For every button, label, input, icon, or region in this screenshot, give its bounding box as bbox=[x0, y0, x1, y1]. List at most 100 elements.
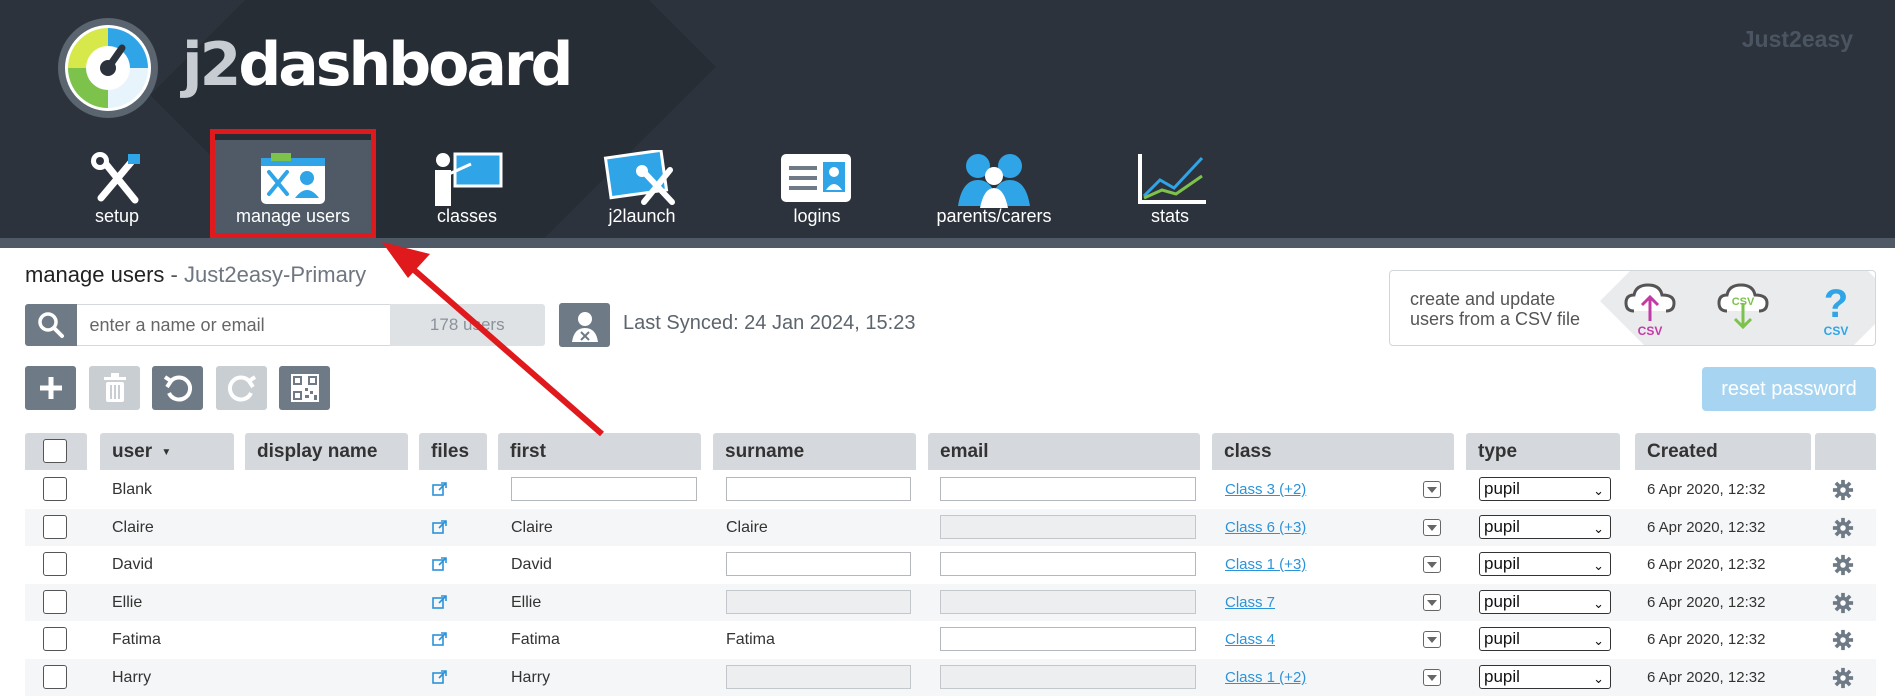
gear-icon[interactable] bbox=[1832, 667, 1854, 689]
nav-setup[interactable]: setup bbox=[32, 140, 202, 240]
email-input[interactable] bbox=[940, 590, 1196, 614]
table-row: Ellie Ellie Class 7 pupil ⌄ 6 Apr 2020, … bbox=[25, 584, 1876, 621]
undo-button[interactable] bbox=[152, 366, 203, 410]
csv-text-line2: users from a CSV file bbox=[1410, 309, 1581, 329]
search-button[interactable] bbox=[25, 304, 78, 346]
email-input[interactable] bbox=[940, 515, 1196, 539]
surname-input[interactable] bbox=[726, 590, 911, 614]
search-bar: 178 users bbox=[25, 304, 545, 346]
class-dropdown-icon[interactable] bbox=[1423, 556, 1441, 573]
row-checkbox[interactable] bbox=[43, 665, 67, 689]
type-select[interactable]: pupil ⌄ bbox=[1479, 590, 1611, 614]
class-dropdown-icon[interactable] bbox=[1423, 519, 1441, 536]
gear-icon[interactable] bbox=[1832, 592, 1854, 614]
nav-stats[interactable]: stats bbox=[1085, 140, 1255, 240]
nav-j2launch[interactable]: j2launch bbox=[557, 140, 727, 240]
type-select-value: pupil bbox=[1484, 629, 1520, 648]
csv-upload-button[interactable]: CSV bbox=[1622, 281, 1678, 339]
column-header-class[interactable]: class bbox=[1212, 433, 1454, 470]
table-row: Claire Claire Claire Class 6 (+3) pupil … bbox=[25, 509, 1876, 546]
redo-button[interactable] bbox=[216, 366, 267, 410]
email-input[interactable] bbox=[940, 627, 1196, 651]
nav-logins[interactable]: logins bbox=[732, 140, 902, 240]
external-link-icon[interactable] bbox=[432, 556, 448, 572]
column-header-created[interactable]: Created bbox=[1635, 433, 1811, 470]
class-dropdown-icon[interactable] bbox=[1423, 631, 1441, 648]
column-header-display-name[interactable]: display name bbox=[245, 433, 408, 470]
created-cell: 6 Apr 2020, 12:32 bbox=[1647, 631, 1766, 648]
nav-parents-carers[interactable]: parents/carers bbox=[909, 140, 1079, 240]
type-select[interactable]: pupil ⌄ bbox=[1479, 665, 1611, 689]
gear-icon[interactable] bbox=[1832, 629, 1854, 651]
add-user-button[interactable] bbox=[25, 366, 76, 410]
class-link[interactable]: Class 7 bbox=[1225, 594, 1275, 611]
first-name-input[interactable] bbox=[511, 477, 697, 501]
table-row: Fatima Fatima Fatima Class 4 pupil ⌄ 6 A… bbox=[25, 621, 1876, 658]
row-checkbox[interactable] bbox=[43, 590, 67, 614]
type-select[interactable]: pupil ⌄ bbox=[1479, 552, 1611, 576]
class-dropdown-icon[interactable] bbox=[1423, 594, 1441, 611]
column-header-files[interactable]: files bbox=[419, 433, 487, 470]
email-input[interactable] bbox=[940, 552, 1196, 576]
delete-user-button[interactable] bbox=[89, 366, 140, 410]
row-checkbox[interactable] bbox=[43, 627, 67, 651]
created-cell: 6 Apr 2020, 12:32 bbox=[1647, 556, 1766, 573]
nav-label-manage-users: manage users bbox=[235, 206, 351, 226]
reset-password-button[interactable]: reset password bbox=[1702, 367, 1876, 411]
csv-download-button[interactable]: CSV bbox=[1715, 281, 1771, 339]
class-link[interactable]: Class 4 bbox=[1225, 631, 1275, 648]
surname-input[interactable] bbox=[726, 552, 911, 576]
row-checkbox[interactable] bbox=[43, 515, 67, 539]
surname-input[interactable] bbox=[726, 665, 911, 689]
user-cell: Ellie bbox=[112, 594, 143, 611]
surname-input[interactable] bbox=[726, 477, 911, 501]
created-cell: 6 Apr 2020, 12:32 bbox=[1647, 594, 1766, 611]
csv-help-label: CSV bbox=[1824, 324, 1849, 338]
first-name-cell: Claire bbox=[511, 519, 553, 536]
column-header-type[interactable]: type bbox=[1466, 433, 1620, 470]
class-link[interactable]: Class 3 (+2) bbox=[1225, 481, 1306, 498]
first-name-cell: Ellie bbox=[511, 594, 542, 611]
gear-icon[interactable] bbox=[1832, 479, 1854, 501]
type-select[interactable]: pupil ⌄ bbox=[1479, 627, 1611, 651]
class-dropdown-icon[interactable] bbox=[1423, 481, 1441, 498]
column-header-email[interactable]: email bbox=[928, 433, 1200, 470]
class-link[interactable]: Class 6 (+3) bbox=[1225, 519, 1306, 536]
people-icon bbox=[958, 154, 1030, 208]
type-select[interactable]: pupil ⌄ bbox=[1479, 515, 1611, 539]
row-checkbox[interactable] bbox=[43, 477, 67, 501]
csv-help-button[interactable]: ? CSV bbox=[1808, 281, 1864, 339]
external-link-icon[interactable] bbox=[432, 594, 448, 610]
external-link-icon[interactable] bbox=[432, 631, 448, 647]
gear-icon[interactable] bbox=[1832, 554, 1854, 576]
external-link-icon[interactable] bbox=[432, 481, 448, 497]
question-mark-icon: ? CSV bbox=[1824, 282, 1849, 338]
external-link-icon[interactable] bbox=[432, 519, 448, 535]
display-name-cell bbox=[257, 621, 417, 658]
external-link-icon[interactable] bbox=[432, 669, 448, 685]
display-name-cell bbox=[257, 584, 417, 621]
nav-classes[interactable]: classes bbox=[382, 140, 552, 240]
search-icon bbox=[38, 312, 65, 338]
sync-user-button[interactable] bbox=[559, 303, 610, 347]
class-link[interactable]: Class 1 (+3) bbox=[1225, 556, 1306, 573]
select-all-checkbox[interactable] bbox=[43, 439, 67, 463]
row-checkbox[interactable] bbox=[43, 552, 67, 576]
user-cell: Claire bbox=[112, 519, 154, 536]
last-synced-text: Last Synced: 24 Jan 2024, 15:23 bbox=[623, 312, 916, 334]
column-header-user[interactable]: user ▼ bbox=[100, 433, 234, 470]
nav-manage-users[interactable]: manage users bbox=[213, 140, 373, 238]
column-header-first[interactable]: first bbox=[498, 433, 701, 470]
type-select-value: pupil bbox=[1484, 592, 1520, 611]
table-row: David David Class 1 (+3) pupil ⌄ 6 Apr 2… bbox=[25, 546, 1876, 583]
qr-code-button[interactable] bbox=[279, 366, 330, 410]
type-select[interactable]: pupil ⌄ bbox=[1479, 477, 1611, 501]
column-header-surname[interactable]: surname bbox=[713, 433, 916, 470]
gear-icon[interactable] bbox=[1832, 517, 1854, 539]
search-input[interactable] bbox=[77, 304, 390, 346]
logo-prefix: j2 bbox=[182, 30, 241, 100]
csv-text-line1: create and update bbox=[1410, 289, 1556, 309]
column-header-actions bbox=[1815, 433, 1876, 470]
email-input[interactable] bbox=[940, 477, 1196, 501]
email-input[interactable] bbox=[940, 665, 1196, 689]
